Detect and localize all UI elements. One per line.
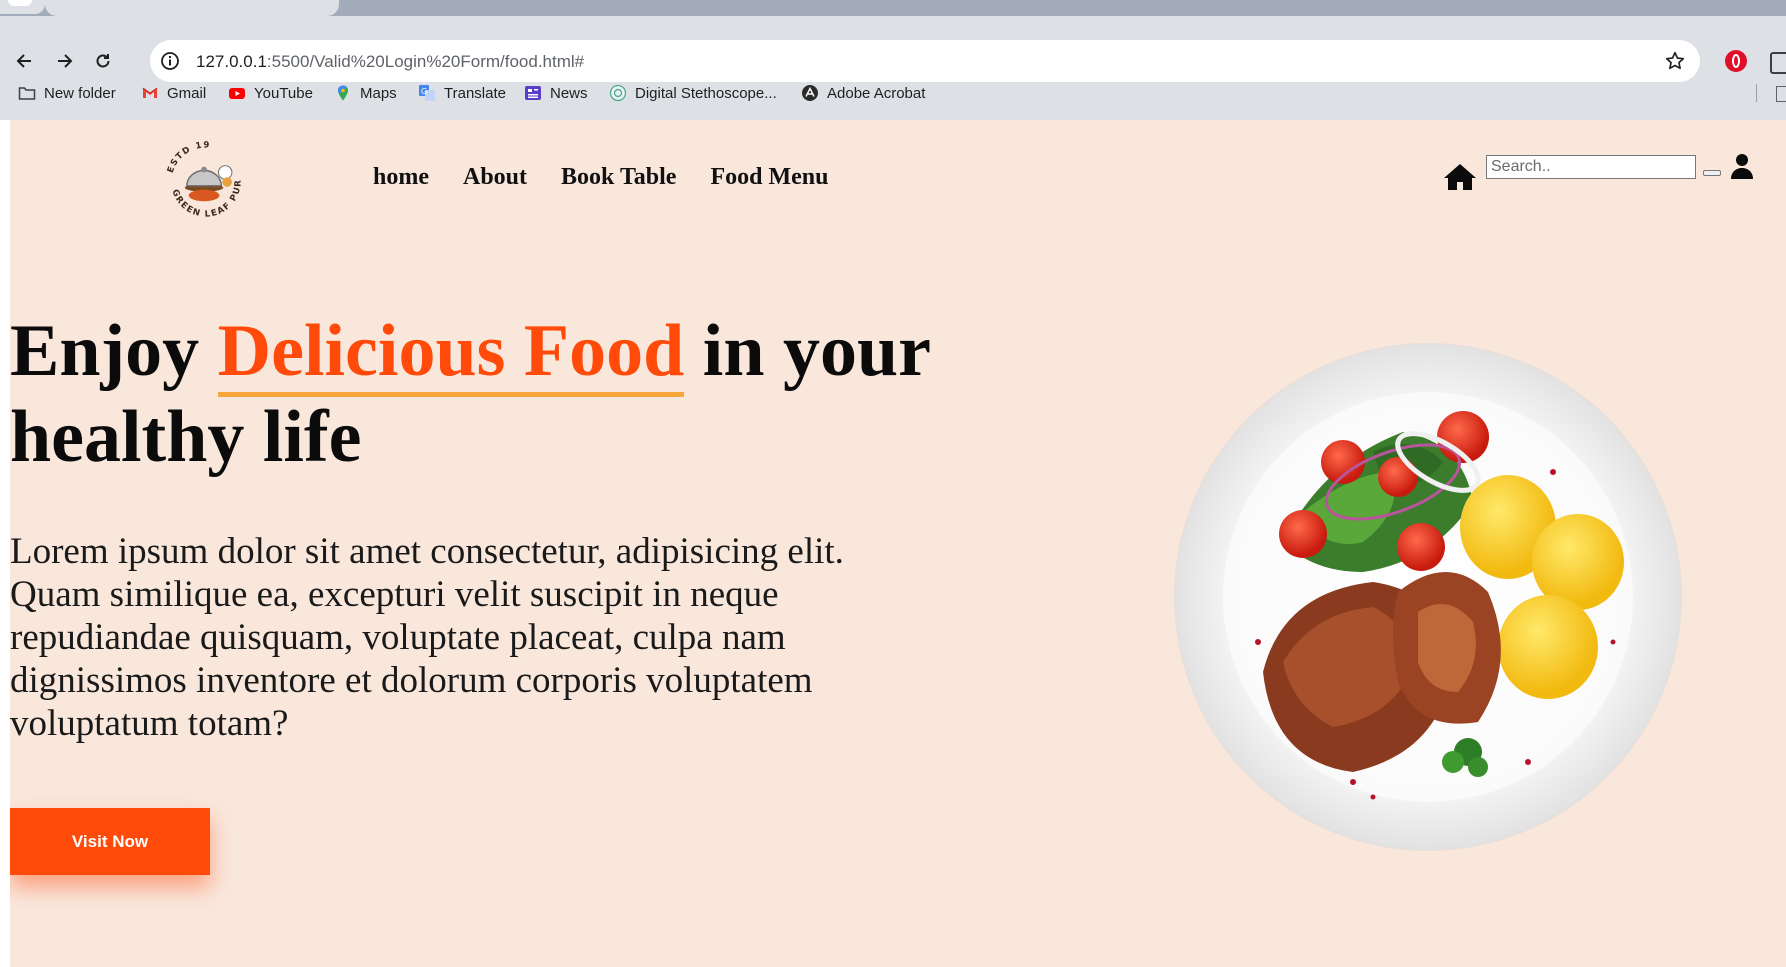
bookmark-label: Gmail (167, 84, 207, 102)
reload-button[interactable] (88, 46, 118, 76)
bookmark-star-icon[interactable] (1664, 50, 1686, 72)
hero-title-pre: Enjoy (10, 310, 218, 392)
bookmark-label: Adobe Acrobat (827, 84, 926, 102)
extensions-puzzle-icon[interactable] (1770, 52, 1786, 74)
nav-home[interactable]: home (373, 164, 429, 191)
back-arrow-icon (16, 54, 31, 68)
bookmark-gmail[interactable]: Gmail (141, 84, 206, 102)
forward-button[interactable] (49, 46, 79, 76)
user-icon[interactable] (1730, 153, 1754, 181)
hero-title-highlight: Delicious Food (217, 310, 685, 397)
url-host: 127.0.0.1 (196, 52, 267, 71)
url-path: :5500/Valid%20Login%20Form/food.html# (266, 52, 585, 71)
acrobat-icon (801, 84, 819, 102)
youtube-icon (228, 84, 246, 102)
url-text[interactable]: 127.0.0.1:5500/Valid%20Login%20Form/food… (196, 52, 584, 72)
gmail-icon (141, 84, 159, 102)
reload-icon (96, 54, 110, 68)
hero-title: Enjoy Delicious Food in your healthy lif… (10, 308, 990, 480)
bookmark-new-folder[interactable]: New folder (18, 84, 116, 102)
opera-extension-icon[interactable] (1725, 50, 1747, 72)
nav-food-menu[interactable]: Food Menu (710, 164, 828, 191)
food-plate-image (1174, 343, 1682, 851)
search-input[interactable] (1486, 155, 1696, 179)
bookmark-maps[interactable]: Maps (334, 84, 397, 102)
bookmark-label: Maps (360, 84, 397, 102)
active-tab[interactable] (45, 0, 339, 16)
translate-icon: G (418, 84, 436, 102)
tab-strip (0, 0, 1786, 16)
bookmark-digital-stethoscope[interactable]: Digital Stethoscope... (609, 84, 777, 102)
bookmark-translate[interactable]: G Translate (418, 84, 506, 102)
nav-book-table[interactable]: Book Table (561, 164, 676, 191)
tab-left[interactable] (0, 0, 45, 14)
nav-about[interactable]: About (463, 164, 527, 191)
other-bookmarks-icon[interactable] (1776, 86, 1786, 102)
bookmark-label: News (550, 84, 588, 102)
search-button[interactable] (1703, 170, 1721, 176)
page-left-gutter (0, 120, 10, 967)
bookmark-label: New folder (44, 84, 116, 102)
back-button[interactable] (10, 46, 40, 76)
site-info-icon[interactable] (160, 51, 180, 71)
maps-icon (334, 84, 352, 102)
stethoscope-icon (609, 84, 627, 102)
page-content: ESTD 19 GREEN LEAF PURE VEG home About B… (10, 120, 1786, 967)
brand-logo[interactable]: ESTD 19 GREEN LEAF PURE VEG (158, 134, 254, 230)
bookmark-label: Digital Stethoscope... (635, 84, 777, 102)
bookmark-adobe-acrobat[interactable]: Adobe Acrobat (801, 84, 925, 102)
bookmark-label: Translate (444, 84, 506, 102)
main-nav: home About Book Table Food Menu (373, 164, 862, 191)
bookmark-label: YouTube (254, 84, 313, 102)
news-icon (524, 84, 542, 102)
svg-text:G: G (421, 87, 427, 96)
visit-now-button[interactable]: Visit Now (10, 808, 210, 875)
bookmark-youtube[interactable]: YouTube (228, 84, 313, 102)
bookmarks-separator (1756, 84, 1757, 102)
bookmarks-bar: New folder Gmail YouTube Maps G Translat… (0, 76, 1786, 110)
folder-icon (18, 84, 36, 102)
hero-description: Lorem ipsum dolor sit amet consectetur, … (10, 531, 844, 744)
bookmark-news[interactable]: News (524, 84, 588, 102)
forward-arrow-icon (58, 54, 73, 68)
home-icon[interactable] (1443, 162, 1477, 192)
